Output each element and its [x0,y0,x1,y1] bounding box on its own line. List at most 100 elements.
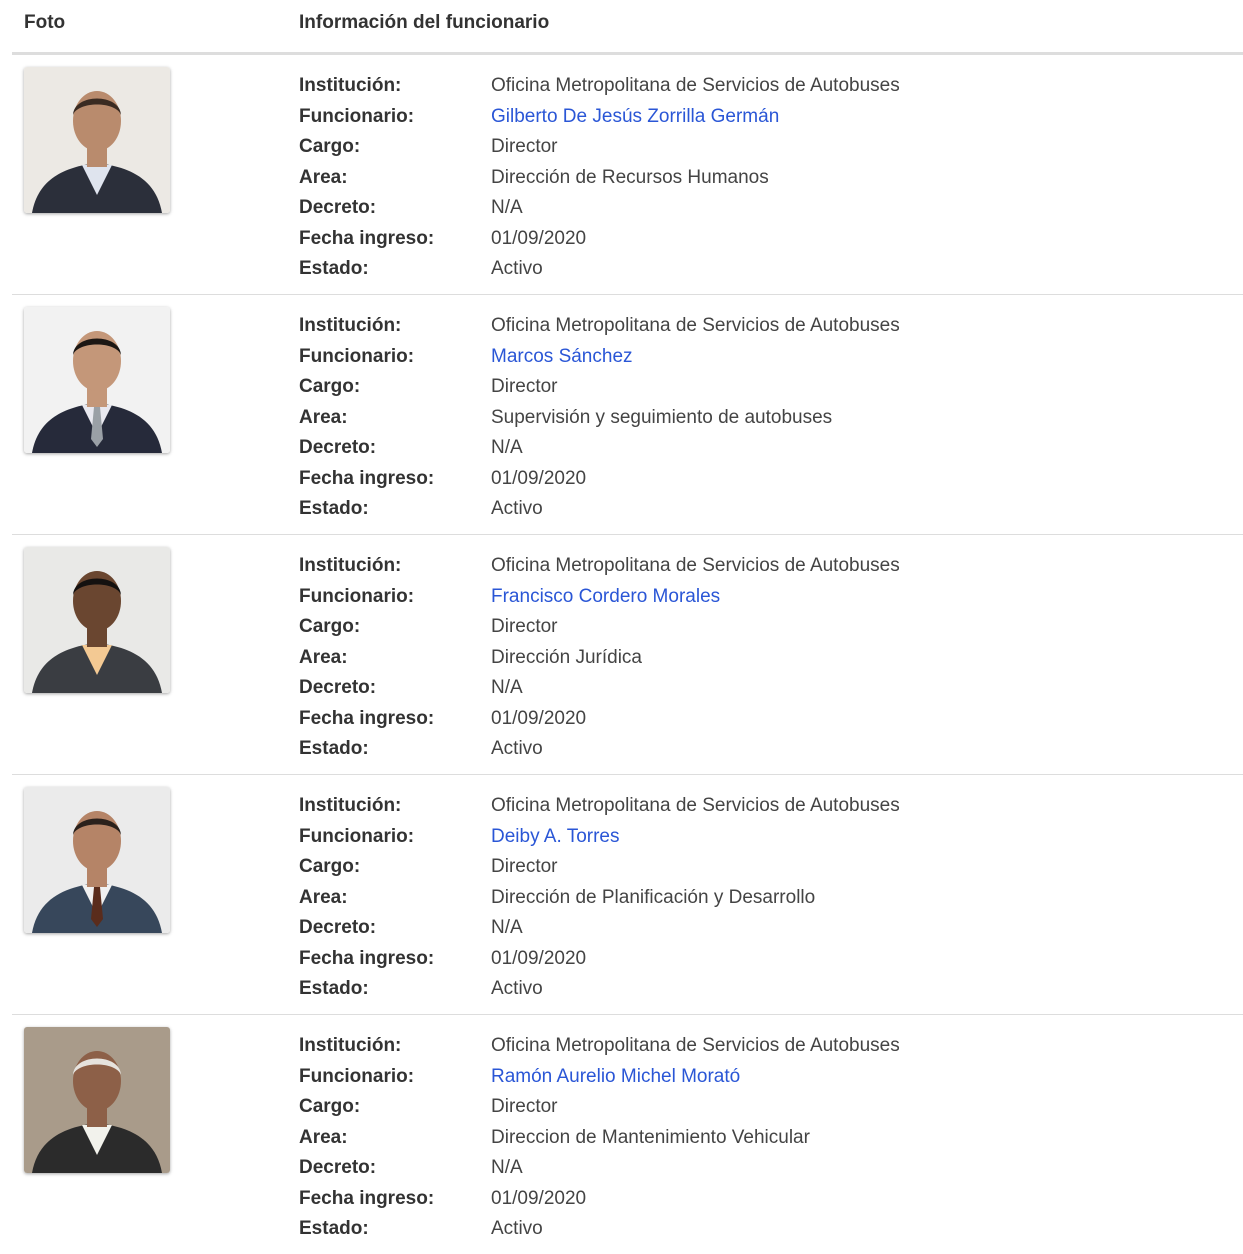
field-value: N/A [491,677,523,699]
field-label: Funcionario: [299,1065,415,1087]
field-value: Dirección de Planificación y Desarrollo [491,886,816,908]
field-value: Oficina Metropolitana de Servicios de Au… [491,1035,900,1057]
field-value: N/A [491,917,523,939]
field-value: Dirección Jurídica [491,646,642,668]
field-value: Director [491,856,558,878]
table-row: Institución: Oficina Metropolitana de Ser… [12,535,1243,775]
field-label: Institución: [299,795,402,817]
field-estado: Estado: Activo [299,974,900,1005]
official-name-link[interactable]: Marcos Sánchez [491,346,633,367]
field-institucion: Institución: Oficina Metropolitana de Ser… [299,71,900,102]
field-label: Decreto: [299,1157,377,1179]
field-cargo: Cargo: Director [299,612,900,643]
field-cargo: Cargo: Director [299,372,900,403]
official-info: Institución: Oficina Metropolitana de Ser… [299,311,900,525]
field-value: Activo [491,1218,543,1240]
field-label: Fecha ingreso: [299,1187,435,1209]
field-value: 01/09/2020 [491,947,587,969]
field-label: Fecha ingreso: [299,947,435,969]
field-label: Cargo: [299,136,361,158]
field-value: Supervisión y seguimiento de autobuses [491,406,833,428]
field-label: Funcionario: [299,345,415,367]
official-info: Institución: Oficina Metropolitana de Ser… [299,71,900,285]
table-row: Institución: Oficina Metropolitana de Ser… [12,295,1243,535]
field-value: 01/09/2020 [491,707,587,729]
field-institucion: Institución: Oficina Metropolitana de Ser… [299,551,900,582]
official-photo [24,547,170,693]
field-value: Oficina Metropolitana de Servicios de Au… [491,795,900,817]
field-label: Estado: [299,978,369,1000]
field-label: Funcionario: [299,825,415,847]
official-info: Institución: Oficina Metropolitana de Ser… [299,551,900,765]
table-row: Institución: Oficina Metropolitana de Ser… [12,1015,1243,1254]
field-label: Decreto: [299,677,377,699]
field-label: Decreto: [299,437,377,459]
field-fecha: Fecha ingreso: 01/09/2020 [299,1184,900,1215]
field-value: N/A [491,1157,523,1179]
field-label: Decreto: [299,197,377,219]
field-label: Institución: [299,315,402,337]
field-fecha: Fecha ingreso: 01/09/2020 [299,944,900,975]
official-name-link[interactable]: Gilberto De Jesús Zorrilla Germán [491,106,779,127]
field-label: Cargo: [299,1096,361,1118]
field-area: Area: Direccion de Mantenimiento Vehicula… [299,1123,900,1154]
field-value: Director [491,136,558,158]
field-estado: Estado: Activo [299,734,900,765]
field-value: Marcos Sánchez [491,346,633,368]
field-value: Deiby A. Torres [491,826,619,848]
field-funcionario: Funcionario: Marcos Sánchez [299,342,900,373]
official-photo [24,307,170,453]
field-cargo: Cargo: Director [299,1092,900,1123]
field-value: Director [491,376,558,398]
field-label: Cargo: [299,856,361,878]
field-label: Institución: [299,1035,402,1057]
field-value: Activo [491,738,543,760]
field-value: Director [491,616,558,638]
field-label: Estado: [299,258,369,280]
field-decreto: Decreto: N/A [299,433,900,464]
field-label: Institución: [299,555,402,577]
field-decreto: Decreto: N/A [299,913,900,944]
field-label: Estado: [299,1218,369,1240]
official-name-link[interactable]: Deiby A. Torres [491,826,619,847]
field-fecha: Fecha ingreso: 01/09/2020 [299,704,900,735]
field-label: Institución: [299,75,402,97]
official-name-link[interactable]: Ramón Aurelio Michel Morató [491,1066,740,1087]
field-decreto: Decreto: N/A [299,673,900,704]
official-info: Institución: Oficina Metropolitana de Ser… [299,1031,900,1245]
field-area: Area: Dirección Jurídica [299,643,900,674]
field-label: Area: [299,166,348,188]
field-value: Oficina Metropolitana de Servicios de Au… [491,555,900,577]
field-cargo: Cargo: Director [299,132,900,163]
field-value: Activo [491,498,543,520]
field-area: Area: Dirección de Planificación y Desarr… [299,883,900,914]
field-value: N/A [491,437,523,459]
field-value: Gilberto De Jesús Zorrilla Germán [491,106,779,128]
field-value: 01/09/2020 [491,1187,587,1209]
field-institucion: Institución: Oficina Metropolitana de Ser… [299,791,900,822]
field-funcionario: Funcionario: Francisco Cordero Morales [299,582,900,613]
official-name-link[interactable]: Francisco Cordero Morales [491,586,720,607]
field-funcionario: Funcionario: Gilberto De Jesús Zorrilla G… [299,102,900,133]
field-institucion: Institución: Oficina Metropolitana de Ser… [299,311,900,342]
field-label: Cargo: [299,376,361,398]
field-label: Estado: [299,498,369,520]
field-area: Area: Dirección de Recursos Humanos [299,163,900,194]
field-fecha: Fecha ingreso: 01/09/2020 [299,224,900,255]
field-value: Francisco Cordero Morales [491,586,720,608]
field-label: Estado: [299,738,369,760]
field-funcionario: Funcionario: Deiby A. Torres [299,822,900,853]
table-row: Institución: Oficina Metropolitana de Ser… [12,775,1243,1015]
field-label: Area: [299,1126,348,1148]
field-value: Oficina Metropolitana de Servicios de Au… [491,315,900,337]
field-value: Dirección de Recursos Humanos [491,166,769,188]
field-value: Ramón Aurelio Michel Morató [491,1066,740,1088]
field-value: Activo [491,258,543,280]
field-label: Decreto: [299,917,377,939]
field-value: N/A [491,197,523,219]
field-label: Fecha ingreso: [299,227,435,249]
official-photo [24,787,170,933]
field-label: Fecha ingreso: [299,467,435,489]
field-value: Oficina Metropolitana de Servicios de Au… [491,75,900,97]
official-photo [24,67,170,213]
